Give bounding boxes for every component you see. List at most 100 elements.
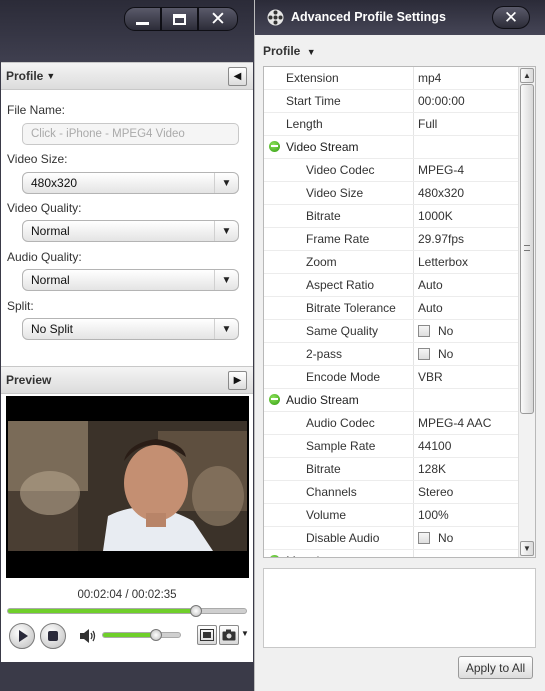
seek-handle[interactable] — [190, 605, 203, 617]
property-value[interactable]: 128K — [418, 458, 446, 480]
time-display: 00:02:04 / 00:02:35 — [77, 589, 177, 601]
property-value[interactable]: Auto — [418, 297, 443, 319]
property-row[interactable]: Bitrate Tolerance Auto — [264, 297, 520, 320]
collapse-panel-button[interactable]: ◀ — [228, 67, 247, 86]
property-value[interactable]: VBR — [418, 366, 443, 388]
property-value[interactable]: Stereo — [418, 481, 453, 503]
property-row[interactable]: 2-pass No — [264, 343, 520, 366]
main-window: ✕ Profile ▼ ◀ File Name: Click - iPhone … — [0, 0, 254, 691]
property-row[interactable]: Sample Rate 44100 — [264, 435, 520, 458]
property-row[interactable]: Bitrate 1000K — [264, 205, 520, 228]
apply-to-all-button[interactable]: Apply to All — [458, 656, 533, 679]
vertical-scrollbar[interactable]: ▲ ▼ — [518, 67, 535, 557]
property-value[interactable]: No — [418, 343, 453, 365]
property-row[interactable]: Start Time 00:00:00 — [264, 90, 520, 113]
property-value[interactable]: No — [418, 320, 453, 342]
property-row[interactable]: Video Size 480x320 — [264, 182, 520, 205]
collapse-icon[interactable] — [269, 394, 280, 405]
property-row[interactable]: Video Codec MPEG-4 — [264, 159, 520, 182]
property-name: Audio Stream — [264, 389, 414, 411]
property-value-text: VBR — [418, 370, 443, 384]
group-row[interactable]: Audio Stream — [264, 389, 520, 412]
property-row[interactable]: Disable Audio No — [264, 527, 520, 550]
property-value[interactable]: Auto — [418, 274, 443, 296]
property-row[interactable]: Encode Mode VBR — [264, 366, 520, 389]
audio-quality-label: Audio Quality: — [7, 250, 82, 264]
stop-button[interactable] — [40, 623, 66, 649]
film-reel-icon — [267, 9, 284, 26]
property-name: Video Codec — [264, 159, 414, 181]
chevron-down-icon: ▼ — [214, 221, 238, 241]
property-value[interactable]: 480x320 — [418, 182, 464, 204]
profile-header[interactable]: Profile ▼ ◀ — [1, 62, 253, 90]
close-button[interactable]: ✕ — [492, 6, 530, 29]
chevron-down-icon[interactable]: ▼ — [241, 629, 249, 638]
scroll-up-button[interactable]: ▲ — [520, 68, 534, 83]
property-value[interactable]: 100% — [418, 504, 449, 526]
advanced-settings-window: Advanced Profile Settings ✕ Profile ▼ Ex… — [254, 0, 545, 691]
checkbox[interactable] — [418, 325, 430, 337]
property-row[interactable]: Volume 100% — [264, 504, 520, 527]
file-name-input[interactable]: Click - iPhone - MPEG4 Video — [22, 123, 239, 145]
seek-bar[interactable] — [7, 605, 247, 617]
property-row[interactable]: Channels Stereo — [264, 481, 520, 504]
volume-slider[interactable] — [102, 629, 181, 641]
chevron-down-icon: ▼ — [214, 173, 238, 193]
maximize-button[interactable] — [161, 7, 198, 31]
volume-handle[interactable] — [150, 629, 163, 641]
scroll-down-button[interactable]: ▼ — [520, 541, 534, 556]
video-quality-select[interactable]: Normal ▼ — [22, 220, 239, 242]
property-value[interactable]: 29.97fps — [418, 228, 464, 250]
property-row[interactable]: Bitrate 128K — [264, 458, 520, 481]
profile-panel: Profile ▼ ◀ File Name: Click - iPhone - … — [1, 62, 253, 662]
profile-menu[interactable]: Profile ▼ — [263, 44, 316, 58]
property-value-text: Full — [418, 117, 438, 131]
group-row[interactable]: Video Stream — [264, 136, 520, 159]
property-name: Same Quality — [264, 320, 414, 342]
property-row[interactable]: Audio Codec MPEG-4 AAC — [264, 412, 520, 435]
property-name: Bitrate — [264, 458, 414, 480]
property-row[interactable]: Zoom Letterbox — [264, 251, 520, 274]
property-value[interactable]: No — [418, 527, 453, 549]
property-value-text: 44100 — [418, 439, 452, 453]
property-value-text: No — [438, 531, 454, 545]
maximize-icon — [173, 13, 186, 25]
audio-quality-select[interactable]: Normal ▼ — [22, 269, 239, 291]
property-value[interactable]: MPEG-4 AAC — [418, 412, 491, 434]
property-row[interactable]: Same Quality No — [264, 320, 520, 343]
checkbox[interactable] — [418, 348, 430, 360]
video-size-select[interactable]: 480x320 ▼ — [22, 172, 239, 194]
advanced-titlebar: Advanced Profile Settings ✕ — [255, 0, 545, 35]
property-value[interactable]: MPEG-4 — [418, 159, 464, 181]
volume-icon[interactable] — [79, 628, 97, 644]
property-row[interactable]: Extension mp4 — [264, 67, 520, 90]
snapshot-button[interactable] — [197, 625, 217, 645]
split-select[interactable]: No Split ▼ — [22, 318, 239, 340]
collapse-icon[interactable] — [269, 141, 280, 152]
property-value[interactable]: mp4 — [418, 67, 441, 89]
property-value[interactable]: 1000K — [418, 205, 453, 227]
property-name: Volume — [264, 504, 414, 526]
property-row[interactable]: Aspect Ratio Auto — [264, 274, 520, 297]
checkbox[interactable] — [418, 532, 430, 544]
property-value-text: MPEG-4 — [418, 163, 465, 177]
snapshot-icon — [200, 629, 214, 641]
property-value[interactable]: Letterbox — [418, 251, 468, 273]
split-value: No Split — [31, 322, 74, 336]
camera-button[interactable] — [219, 625, 239, 645]
minimize-button[interactable] — [124, 7, 161, 31]
property-row[interactable]: Frame Rate 29.97fps — [264, 228, 520, 251]
property-row[interactable]: Length Full — [264, 113, 520, 136]
property-value[interactable]: 44100 — [418, 435, 451, 457]
scroll-thumb[interactable] — [520, 84, 534, 414]
settings-rows: Extension mp4 Start Time 00:00:00 Length Full… — [264, 67, 520, 557]
video-preview[interactable] — [6, 396, 249, 578]
expand-preview-button[interactable]: ▶ — [228, 371, 247, 390]
property-name: Encode Mode — [264, 366, 414, 388]
property-value[interactable]: Full — [418, 113, 437, 135]
play-button[interactable] — [9, 623, 35, 649]
close-icon: ✕ — [210, 8, 226, 30]
property-value[interactable]: 00:00:00 — [418, 90, 465, 112]
close-button[interactable]: ✕ — [198, 7, 238, 31]
group-row[interactable]: Metadata — [264, 550, 520, 557]
